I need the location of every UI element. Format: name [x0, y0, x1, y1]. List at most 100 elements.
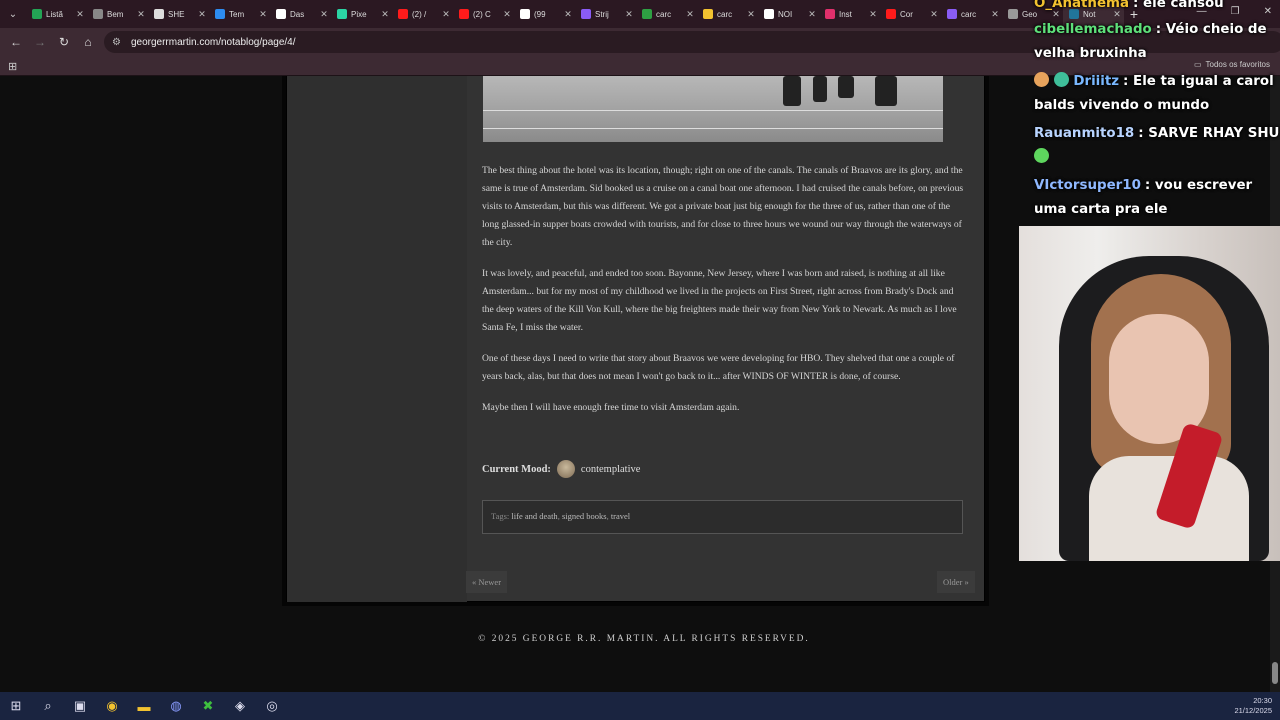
chat-username: VIctorsuper10 [1034, 178, 1141, 193]
obs-icon[interactable]: ◎ [256, 698, 288, 714]
chat-username: cibellemachado [1034, 22, 1152, 37]
tab-title: Bem [107, 9, 124, 19]
older-posts-link[interactable]: Older » [937, 571, 975, 593]
chat-message: Rauanmito18: SARVE RHAY SHU [1034, 122, 1280, 170]
post-paragraph: Maybe then I will have enough free time … [482, 402, 740, 413]
chat-text: : SARVE RHAY SHU [1138, 126, 1280, 141]
post-paragraph: It was lovely, and peaceful, and ended t… [482, 268, 957, 333]
tag-link[interactable]: travel [611, 511, 630, 521]
chat-emote-icon [1034, 148, 1049, 163]
tab-favicon-icon [154, 9, 164, 19]
current-mood: Current Mood: contemplative [482, 460, 640, 478]
browser-tab[interactable]: Inst ✕ [819, 2, 880, 26]
clock-time: 20:30 [1253, 696, 1272, 705]
tab-favicon-icon [520, 9, 530, 19]
browser-tab[interactable]: Cor ✕ [880, 2, 941, 26]
clock-date: 21/12/2025 [1234, 706, 1272, 715]
tag-link[interactable]: signed books [562, 511, 607, 521]
tab-close-icon[interactable]: ✕ [805, 9, 819, 20]
tab-close-icon[interactable]: ✕ [378, 9, 392, 20]
back-icon[interactable]: ← [4, 35, 28, 49]
tags-box: Tags: life and death, signed books, trav… [482, 500, 963, 534]
tab-close-icon[interactable]: ✕ [744, 9, 758, 20]
tab-title: Inst [839, 9, 852, 19]
chat-username: Rauanmito18 [1034, 126, 1135, 141]
browser-tab[interactable]: Listă ✕ [26, 2, 87, 26]
site-info-icon[interactable]: ⚙ [112, 37, 121, 48]
tab-close-icon[interactable]: ✕ [73, 9, 87, 20]
browser-tab[interactable]: (2) C ✕ [453, 2, 514, 26]
windows-taskbar: ⊞ ⌕ ▣ ◉ ▬ ◍ ✖ ◈ ◎ 20:30 21/12/2025 [0, 692, 1280, 720]
tab-title: Tem [229, 9, 245, 19]
tabs-container: Listă ✕ Bem ✕ SHE ✕ Tem ✕ Das ✕ Pixe ✕ (2) / ✕ (2) C ✕(… [26, 2, 1124, 26]
browser-tab[interactable]: Das ✕ [270, 2, 331, 26]
tab-favicon-icon [398, 9, 408, 19]
tab-close-icon[interactable]: ✕ [927, 9, 941, 20]
tab-title: (2) / [412, 9, 427, 19]
mood-label: Current Mood: [482, 463, 551, 475]
tab-title: Listă [46, 9, 63, 19]
stream-chat-overlay: O_Anathema: ele cansou cibellemachado: V… [1026, 0, 1280, 226]
browser-tab[interactable]: Tem ✕ [209, 2, 270, 26]
tab-favicon-icon [825, 9, 835, 19]
chat-message: cibellemachado: Véio cheio de velha brux… [1034, 18, 1280, 66]
tab-title: carc [656, 9, 672, 19]
start-menu-icon[interactable]: ⊞ [0, 698, 32, 714]
tab-title: (99 [534, 9, 546, 19]
tab-favicon-icon [581, 9, 591, 19]
browser-tab[interactable]: carc ✕ [636, 2, 697, 26]
tab-favicon-icon [1008, 9, 1018, 19]
browser-tab[interactable]: (99 ✕ [514, 2, 575, 26]
system-clock[interactable]: 20:30 21/12/2025 [1234, 696, 1272, 716]
shield-icon[interactable]: ◈ [224, 698, 256, 714]
scrollbar-thumb[interactable] [1272, 662, 1278, 684]
tab-close-icon[interactable]: ✕ [195, 9, 209, 20]
chrome-icon[interactable]: ◉ [96, 698, 128, 714]
browser-tab[interactable]: carc ✕ [697, 2, 758, 26]
tab-close-icon[interactable]: ✕ [622, 9, 636, 20]
browser-tab[interactable]: Strij ✕ [575, 2, 636, 26]
home-icon[interactable]: ⌂ [76, 35, 100, 49]
tab-favicon-icon [947, 9, 957, 19]
chat-message: Driiitz: Ele ta igual a carol balds vive… [1034, 70, 1280, 118]
search-icon[interactable]: ⌕ [32, 698, 64, 714]
tab-search-icon[interactable]: ⌄ [0, 0, 26, 28]
tab-favicon-icon [459, 9, 469, 19]
chat-username: O_Anathema [1034, 0, 1130, 11]
browser-tab[interactable]: SHE ✕ [148, 2, 209, 26]
site-footer: © 2025 GEORGE R.R. MARTIN. ALL RIGHTS RE… [478, 634, 810, 644]
tab-close-icon[interactable]: ✕ [561, 9, 575, 20]
browser-tab[interactable]: NOI ✕ [758, 2, 819, 26]
tab-close-icon[interactable]: ✕ [256, 9, 270, 20]
tab-favicon-icon [703, 9, 713, 19]
tab-close-icon[interactable]: ✕ [683, 9, 697, 20]
xbox-icon[interactable]: ✖ [192, 698, 224, 714]
tab-favicon-icon [32, 9, 42, 19]
file-explorer-icon[interactable]: ▬ [128, 699, 160, 714]
url-text: georgerrmartin.com/notablog/page/4/ [130, 36, 296, 48]
browser-tab[interactable]: Bem ✕ [87, 2, 148, 26]
tab-favicon-icon [642, 9, 652, 19]
discord-icon[interactable]: ◍ [160, 698, 192, 714]
tag-link[interactable]: life and death [511, 511, 557, 521]
apps-grid-icon[interactable]: ⊞ [8, 60, 17, 73]
chat-text: : Ele ta igual a carol balds vivendo o m… [1034, 74, 1274, 113]
browser-tab[interactable]: carc ✕ [941, 2, 1002, 26]
reload-icon[interactable]: ↻ [52, 35, 76, 49]
task-view-icon[interactable]: ▣ [64, 698, 96, 714]
browser-tab[interactable]: (2) / ✕ [392, 2, 453, 26]
tab-close-icon[interactable]: ✕ [988, 9, 1002, 20]
tab-close-icon[interactable]: ✕ [866, 9, 880, 20]
tab-title: carc [961, 9, 977, 19]
tab-close-icon[interactable]: ✕ [134, 9, 148, 20]
tab-close-icon[interactable]: ✕ [317, 9, 331, 20]
tab-close-icon[interactable]: ✕ [500, 9, 514, 20]
browser-tab[interactable]: Pixe ✕ [331, 2, 392, 26]
tab-close-icon[interactable]: ✕ [439, 9, 453, 20]
mood-value: contemplative [580, 463, 641, 475]
tab-title: Cor [900, 9, 913, 19]
forward-icon[interactable]: → [28, 35, 52, 49]
newer-posts-link[interactable]: « Newer [466, 571, 508, 593]
tab-title: (2) C [473, 9, 491, 19]
mood-face-icon [556, 460, 575, 478]
